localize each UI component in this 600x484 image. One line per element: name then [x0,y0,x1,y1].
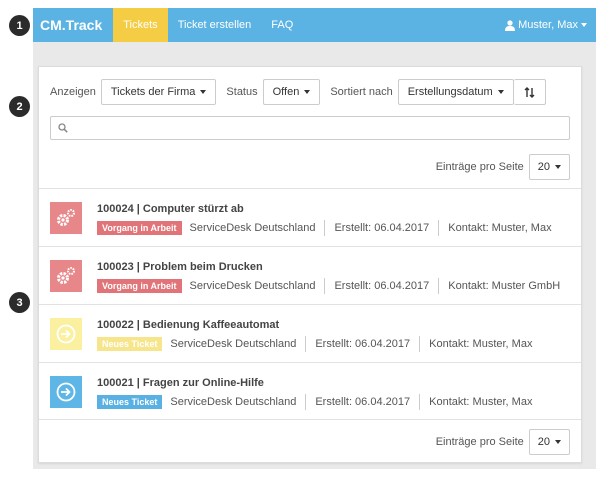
page-size-label: Einträge pro Seite [435,436,524,448]
ticket-org: ServiceDesk Deutschland [170,338,297,350]
brand-logo[interactable]: CM.Track [33,17,113,33]
page-size-top: Einträge pro Seite 20 [436,154,570,180]
user-icon [505,19,516,31]
circle-arrow-icon [50,318,82,350]
ticket-meta: Vorgang in Arbeit ServiceDesk Deutschlan… [97,220,552,236]
app-screen: 1 2 3 CM.Track Tickets Ticket erstellen … [0,0,600,484]
sort-dropdown-value: Erstellungsdatum [407,86,493,98]
callout-1: 1 [9,15,30,36]
status-label: Status [226,86,258,98]
chevron-down-icon [304,90,311,94]
status-badge: Neues Ticket [97,395,163,409]
ticket-meta: Neues Ticket ServiceDesk Deutschland Ers… [97,336,532,352]
sort-direction-button[interactable] [513,79,546,105]
page-size-label: Einträge pro Seite [435,161,524,173]
ticket-row[interactable]: 100021 | Fragen zur Online-Hilfe Neues T… [39,362,581,420]
page-size-bottom: Einträge pro Seite 20 [436,429,570,455]
ticket-org: ServiceDesk Deutschland [189,222,316,234]
ticket-contact: Kontakt: Muster, Max [429,338,533,350]
ticket-row[interactable]: 100024 | Computer stürzt ab Vorgang in A… [39,188,581,246]
ticket-created: Erstellt: 06.04.2017 [315,338,411,350]
nav-tickets[interactable]: Tickets [113,8,168,42]
ticket-list: 100024 | Computer stürzt ab Vorgang in A… [39,188,581,420]
divider [324,278,326,294]
sort-dropdown[interactable]: Erstellungsdatum [397,79,514,105]
gears-icon [50,260,82,292]
search-input[interactable] [74,118,569,138]
ticket-title[interactable]: 100022 | Bedienung Kaffeeautomat [97,319,279,331]
ticket-title[interactable]: 100024 | Computer stürzt ab [97,203,244,215]
circle-arrow-icon [50,376,82,408]
status-badge: Neues Ticket [97,337,163,351]
divider [305,394,307,410]
show-dropdown-value: Tickets der Firma [110,86,196,98]
page-size-value: 20 [537,161,550,173]
ticket-meta: Neues Ticket ServiceDesk Deutschland Ers… [97,394,532,410]
ticket-title[interactable]: 100023 | Problem beim Drucken [97,261,263,273]
ticket-title[interactable]: 100021 | Fragen zur Online-Hilfe [97,377,264,389]
ticket-meta: Vorgang in Arbeit ServiceDesk Deutschlan… [97,278,560,294]
search-box[interactable] [50,116,570,140]
divider [419,336,421,352]
page-size-value: 20 [537,436,550,448]
ticket-created: Erstellt: 06.04.2017 [334,280,430,292]
callout-3: 3 [9,292,30,313]
chevron-down-icon [581,23,587,27]
chevron-down-icon [497,90,504,94]
user-name: Muster, Max [518,19,578,31]
divider [324,220,326,236]
chevron-down-icon [200,90,207,94]
callout-2: 2 [9,96,30,117]
chevron-down-icon [555,165,561,169]
nav-create-ticket[interactable]: Ticket erstellen [168,8,262,42]
ticket-row[interactable]: 100023 | Problem beim Drucken Vorgang in… [39,246,581,304]
show-label: Anzeigen [50,86,96,98]
ticket-contact: Kontakt: Muster, Max [429,396,533,408]
divider [305,336,307,352]
ticket-created: Erstellt: 06.04.2017 [315,396,411,408]
main-content: Anzeigen Tickets der Firma Status Offen … [33,42,596,469]
ticket-row[interactable]: 100022 | Bedienung Kaffeeautomat Neues T… [39,304,581,362]
sort-label: Sortiert nach [330,86,393,98]
tickets-panel: Anzeigen Tickets der Firma Status Offen … [38,66,582,463]
search-icon [58,123,68,133]
status-badge: Vorgang in Arbeit [97,221,182,235]
status-dropdown-value: Offen [272,86,300,98]
filter-bar: Anzeigen Tickets der Firma Status Offen … [50,79,546,105]
ticket-created: Erstellt: 06.04.2017 [334,222,430,234]
page-size-dropdown[interactable]: 20 [528,154,570,180]
chevron-down-icon [555,440,561,444]
page-size-dropdown[interactable]: 20 [528,429,570,455]
ticket-org: ServiceDesk Deutschland [189,280,316,292]
top-navbar: CM.Track Tickets Ticket erstellen FAQ Mu… [33,8,596,42]
user-menu[interactable]: Muster, Max [505,19,587,31]
divider [438,220,440,236]
show-dropdown[interactable]: Tickets der Firma [100,79,217,105]
divider [419,394,421,410]
sort-order-icon [524,86,535,98]
nav-faq[interactable]: FAQ [261,8,303,42]
ticket-org: ServiceDesk Deutschland [170,396,297,408]
status-dropdown[interactable]: Offen [262,79,321,105]
status-badge: Vorgang in Arbeit [97,279,182,293]
divider [438,278,440,294]
ticket-contact: Kontakt: Muster, Max [448,222,552,234]
ticket-contact: Kontakt: Muster GmbH [448,280,561,292]
gears-icon [50,202,82,234]
